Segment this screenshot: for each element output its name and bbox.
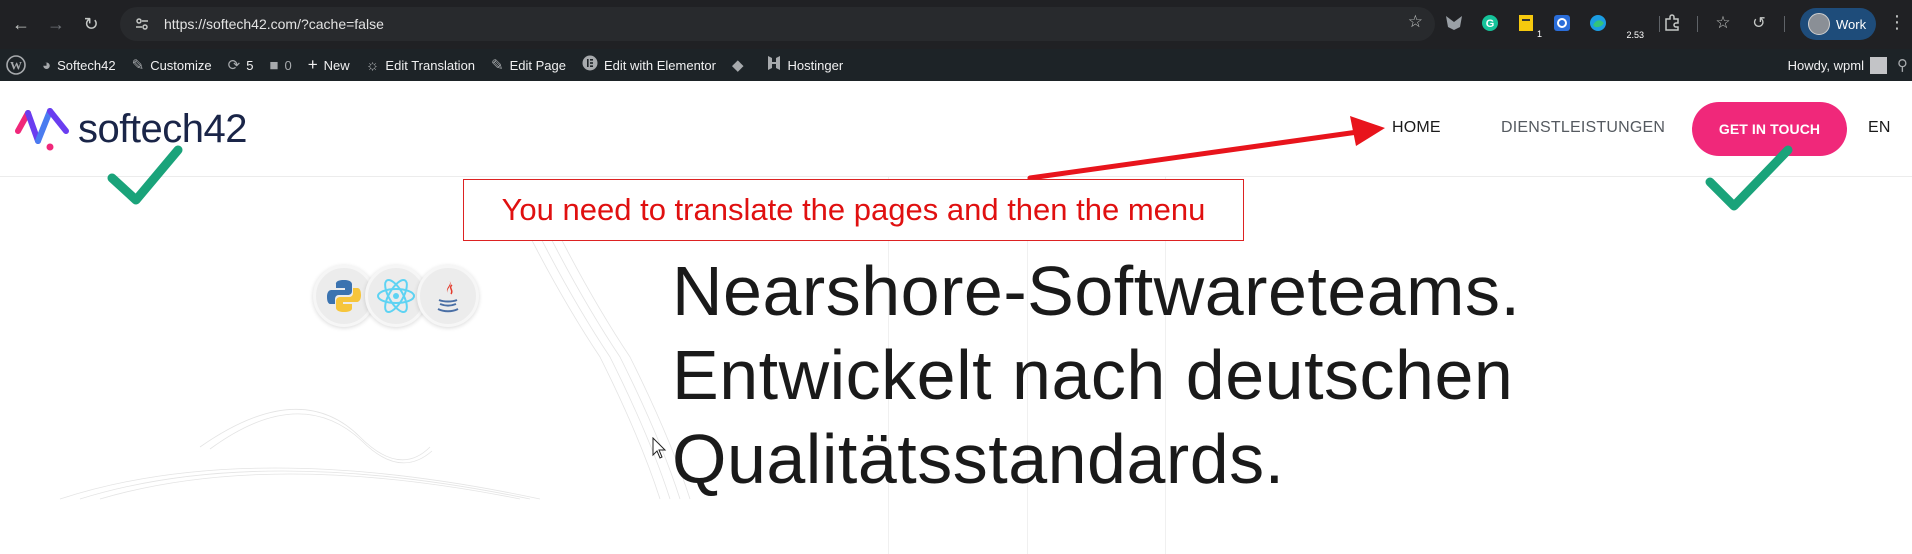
url-text[interactable]: https://softech42.com/?cache=false — [164, 16, 384, 32]
admin-avatar — [1870, 56, 1887, 74]
edge-extension-icon[interactable] — [1587, 12, 1609, 34]
elementor-icon — [582, 55, 598, 75]
admin-customize[interactable]: ✎ Customize — [124, 49, 220, 81]
plus-icon: + — [307, 55, 318, 74]
admin-edit-page[interactable]: ✎ Edit Page — [483, 49, 574, 81]
get-in-touch-button[interactable]: GET IN TOUCH — [1692, 102, 1847, 156]
admin-edit-with-elementor[interactable]: Edit with Elementor — [574, 49, 724, 81]
nav-home[interactable]: HOME — [1392, 119, 1441, 137]
annotation-callout: You need to translate the pages and then… — [463, 179, 1244, 241]
mouse-cursor-icon — [652, 437, 667, 459]
language-switcher[interactable]: EN — [1868, 119, 1891, 137]
admin-updates[interactable]: ⟳ 5 — [220, 49, 262, 81]
toolbar-divider — [1697, 16, 1698, 32]
updates-icon: ⟳ — [227, 57, 241, 74]
admin-site-name[interactable]: ◕ Softech42 — [34, 49, 124, 81]
extensions-puzzle-icon[interactable] — [1661, 12, 1683, 34]
svg-text:G: G — [1486, 18, 1495, 30]
howdy-text: Howdy, wpml — [1787, 57, 1864, 73]
blue-gear-extension-icon[interactable] — [1551, 12, 1573, 34]
wp-admin-bar: W ◕ Softech42 ✎ Customize ⟳ 5 ■ 0 + New … — [0, 49, 1912, 81]
hero-title: Nearshore-Softwareteams. Entwickelt nach… — [672, 249, 1520, 501]
translation-icon: ☼ — [365, 56, 380, 74]
softech-logo-icon — [15, 108, 69, 151]
grammarly-extension-icon[interactable]: G — [1479, 12, 1501, 34]
reload-icon[interactable]: ↻ — [77, 11, 105, 39]
brush-icon: ✎ — [131, 57, 145, 74]
pencil-icon: ✎ — [491, 57, 504, 74]
counter-extension-icon[interactable]: 2.53 — [1621, 12, 1645, 40]
hero-line-3: Qualitätsstandards. — [672, 420, 1285, 498]
browser-menu-icon[interactable]: ⋮ — [1888, 13, 1906, 31]
toolbar-divider — [1784, 16, 1785, 32]
nav-services[interactable]: DIENSTLEISTUNGEN — [1501, 119, 1665, 137]
annotation-text: You need to translate the pages and then… — [501, 192, 1206, 227]
address-bar[interactable]: https://softech42.com/?cache=false ☆ — [120, 7, 1435, 41]
admin-hostinger[interactable]: Hostinger — [758, 49, 852, 81]
profile-button[interactable]: Work — [1800, 8, 1876, 40]
admin-diamond-plugin[interactable]: ◆ — [724, 49, 758, 81]
notes-badge: 1 — [1535, 29, 1543, 39]
browser-toolbar: ← → ↻ https://softech42.com/?cache=false… — [0, 0, 1912, 49]
bookmark-star-icon[interactable]: ☆ — [1408, 12, 1423, 32]
hostinger-icon — [766, 55, 782, 75]
diamond-icon: ◆ — [731, 57, 744, 74]
admin-new[interactable]: + New — [300, 49, 358, 81]
dashboard-icon: ◕ — [42, 56, 52, 74]
admin-account[interactable]: Howdy, wpml ⚲ — [1788, 49, 1912, 81]
notes-extension-icon[interactable]: 1 — [1515, 12, 1543, 39]
admin-search-icon[interactable]: ⚲ — [1897, 56, 1908, 74]
bookmarks-star-icon[interactable]: ☆ — [1712, 12, 1734, 34]
profile-avatar — [1808, 13, 1830, 35]
back-icon[interactable]: ← — [7, 11, 35, 39]
counter-badge: 2.53 — [1625, 30, 1645, 40]
profile-label: Work — [1836, 16, 1867, 32]
hero-line-2: Entwickelt nach deutschen — [672, 336, 1514, 414]
history-icon[interactable]: ↺ — [1748, 12, 1770, 34]
svg-text:W: W — [10, 59, 22, 73]
site-logo[interactable]: softech42 — [14, 105, 247, 153]
admin-edit-translation[interactable]: ☼ Edit Translation — [358, 49, 483, 81]
hero-line-1: Nearshore-Softwareteams. — [672, 252, 1521, 330]
admin-comments[interactable]: ■ 0 — [261, 49, 299, 81]
logo-text: softech42 — [78, 106, 247, 151]
comment-icon: ■ — [269, 56, 279, 74]
metamask-extension-icon[interactable] — [1443, 12, 1465, 34]
toolbar-divider — [1659, 16, 1660, 32]
forward-icon[interactable]: → — [42, 11, 70, 39]
wordpress-logo-icon[interactable]: W — [0, 49, 34, 81]
java-icon — [417, 265, 479, 327]
site-header: softech42 HOME DIENSTLEISTUNGEN GET IN T… — [0, 81, 1912, 177]
site-info-icon[interactable] — [130, 12, 154, 36]
